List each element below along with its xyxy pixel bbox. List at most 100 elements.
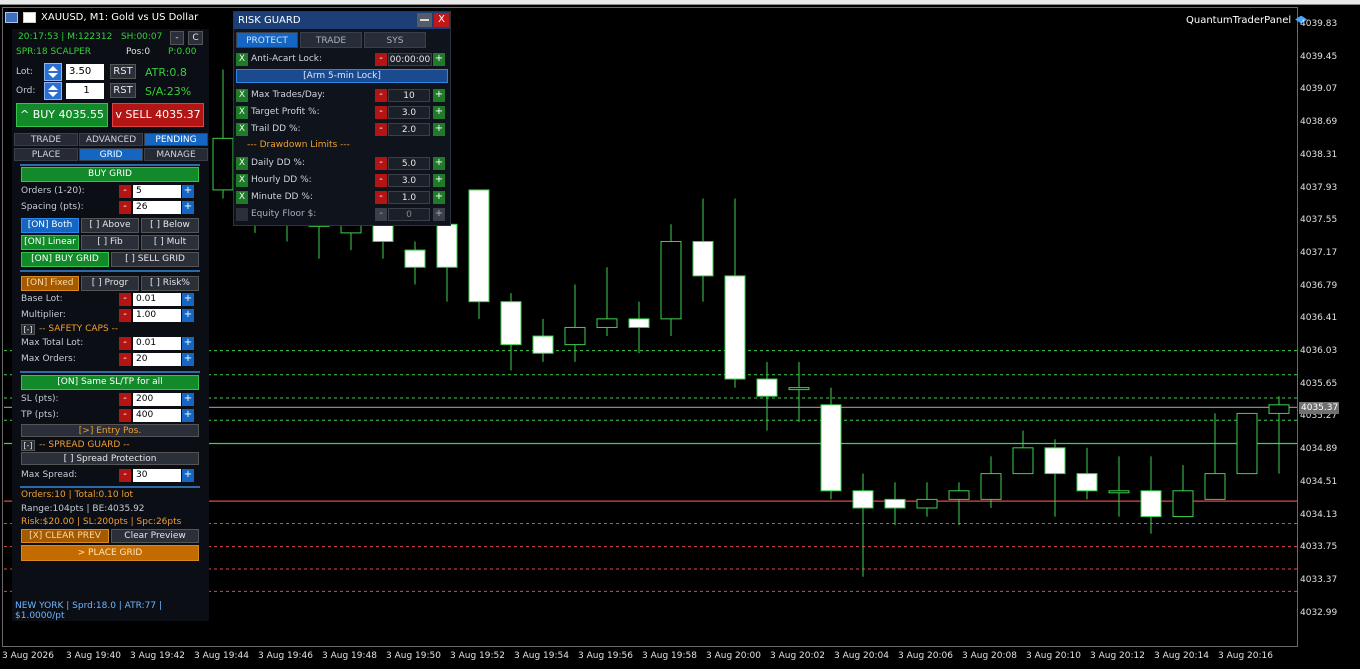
collapse-button[interactable]: C: [188, 31, 203, 45]
risk-row-minus-button[interactable]: -: [375, 174, 387, 187]
risk-row-checkbox[interactable]: X: [236, 174, 248, 187]
tab-manage[interactable]: MANAGE: [144, 148, 208, 161]
risk-row-input[interactable]: 10: [388, 89, 430, 102]
max-orders-plus-button[interactable]: +: [182, 353, 194, 366]
equity-floor-input[interactable]: 0: [388, 208, 430, 221]
arrow-up-icon[interactable]: [48, 66, 58, 71]
risk-row-minus-button[interactable]: -: [375, 123, 387, 136]
spacing-minus-button[interactable]: -: [119, 201, 131, 214]
anti-lock-plus-button[interactable]: +: [433, 53, 445, 66]
tab-protect[interactable]: PROTECT: [236, 32, 298, 48]
ord-reset-button[interactable]: RST: [110, 83, 136, 98]
spread-protection-toggle[interactable]: [ ] Spread Protection: [21, 452, 199, 465]
risk-row-plus-button[interactable]: +: [433, 191, 445, 204]
dist-linear-option[interactable]: [ON] Linear: [21, 235, 79, 250]
buy-grid-button[interactable]: BUY GRID: [21, 167, 199, 182]
anti-lock-checkbox[interactable]: X: [236, 53, 248, 66]
orders-minus-button[interactable]: -: [119, 185, 131, 198]
arrow-up-icon[interactable]: [48, 85, 58, 90]
tp-input[interactable]: 400: [133, 409, 181, 422]
equity-floor-plus-button[interactable]: +: [433, 208, 445, 221]
chart-symbol-icon[interactable]: [23, 12, 36, 23]
risk-guard-close-button[interactable]: X: [434, 13, 449, 27]
max-total-lot-plus-button[interactable]: +: [182, 337, 194, 350]
equity-floor-checkbox[interactable]: [236, 208, 248, 221]
sl-plus-button[interactable]: +: [182, 393, 194, 406]
risk-row-minus-button[interactable]: -: [375, 157, 387, 170]
max-spread-minus-button[interactable]: -: [119, 469, 131, 482]
tab-trade[interactable]: TRADE: [300, 32, 362, 48]
lot-fixed-option[interactable]: [ON] Fixed: [21, 276, 79, 291]
multiplier-plus-button[interactable]: +: [182, 309, 194, 322]
risk-row-input[interactable]: 3.0: [388, 174, 430, 187]
dir-both-option[interactable]: [ON] Both: [21, 218, 79, 233]
dist-mult-option[interactable]: [ ] Mult: [141, 235, 199, 250]
tp-plus-button[interactable]: +: [182, 409, 194, 422]
anti-lock-value[interactable]: 00:00:00: [388, 53, 432, 66]
buy-grid-option[interactable]: [ON] BUY GRID: [21, 252, 109, 267]
max-orders-input[interactable]: 20: [133, 353, 181, 366]
risk-row-input[interactable]: 5.0: [388, 157, 430, 170]
base-lot-minus-button[interactable]: -: [119, 293, 131, 306]
risk-row-input[interactable]: 2.0: [388, 123, 430, 136]
sell-button[interactable]: v SELL 4035.37: [112, 103, 204, 127]
max-orders-minus-button[interactable]: -: [119, 353, 131, 366]
tab-trade[interactable]: TRADE: [14, 133, 78, 146]
spacing-plus-button[interactable]: +: [182, 201, 194, 214]
multiplier-minus-button[interactable]: -: [119, 309, 131, 322]
base-lot-input[interactable]: 0.01: [133, 293, 181, 306]
risk-row-minus-button[interactable]: -: [375, 106, 387, 119]
lot-progr-option[interactable]: [ ] Progr: [81, 276, 139, 291]
dir-below-option[interactable]: [ ] Below: [141, 218, 199, 233]
risk-row-minus-button[interactable]: -: [375, 191, 387, 204]
base-lot-plus-button[interactable]: +: [182, 293, 194, 306]
multiplier-input[interactable]: 1.00: [133, 309, 181, 322]
spacing-input[interactable]: 26: [133, 201, 181, 214]
tp-minus-button[interactable]: -: [119, 409, 131, 422]
risk-row-plus-button[interactable]: +: [433, 106, 445, 119]
clear-prev-button[interactable]: [X] CLEAR PREV: [21, 529, 109, 543]
sell-grid-option[interactable]: [ ] SELL GRID: [111, 252, 199, 267]
risk-row-checkbox[interactable]: X: [236, 191, 248, 204]
spread-guard-toggle[interactable]: [-]: [21, 440, 35, 451]
tab-pending[interactable]: PENDING: [144, 133, 208, 146]
arrow-down-icon[interactable]: [48, 73, 58, 78]
safety-caps-toggle[interactable]: [-]: [21, 324, 35, 335]
risk-row-checkbox[interactable]: X: [236, 106, 248, 119]
buy-button[interactable]: ^ BUY 4035.55: [16, 103, 108, 127]
dist-fib-option[interactable]: [ ] Fib: [81, 235, 139, 250]
arm-lock-button[interactable]: [Arm 5-min Lock]: [236, 69, 448, 83]
orders-input[interactable]: 5: [133, 185, 181, 198]
ord-input[interactable]: 1: [66, 83, 104, 99]
sl-input[interactable]: 200: [133, 393, 181, 406]
tab-sys[interactable]: SYS: [364, 32, 426, 48]
ord-stepper[interactable]: [44, 82, 62, 100]
risk-row-checkbox[interactable]: X: [236, 123, 248, 136]
arrow-down-icon[interactable]: [48, 92, 58, 97]
entry-pos-button[interactable]: [>] Entry Pos.: [21, 424, 199, 437]
risk-row-plus-button[interactable]: +: [433, 89, 445, 102]
tab-advanced[interactable]: ADVANCED: [79, 133, 143, 146]
sl-minus-button[interactable]: -: [119, 393, 131, 406]
clear-preview-button[interactable]: Clear Preview: [111, 529, 199, 543]
risk-row-minus-button[interactable]: -: [375, 89, 387, 102]
lot-stepper[interactable]: [44, 63, 62, 81]
max-total-lot-input[interactable]: 0.01: [133, 337, 181, 350]
minimize-button[interactable]: -: [170, 31, 184, 45]
risk-row-checkbox[interactable]: X: [236, 157, 248, 170]
equity-floor-minus-button[interactable]: -: [375, 208, 387, 221]
risk-guard-minimize-button[interactable]: [417, 13, 432, 27]
same-sltp-toggle[interactable]: [ON] Same SL/TP for all: [21, 375, 199, 390]
chart-menu-icon[interactable]: [5, 12, 18, 23]
tab-grid[interactable]: GRID: [79, 148, 143, 161]
dir-above-option[interactable]: [ ] Above: [81, 218, 139, 233]
risk-row-input[interactable]: 1.0: [388, 191, 430, 204]
risk-row-input[interactable]: 3.0: [388, 106, 430, 119]
risk-row-plus-button[interactable]: +: [433, 123, 445, 136]
tab-place[interactable]: PLACE: [14, 148, 78, 161]
max-spread-plus-button[interactable]: +: [182, 469, 194, 482]
max-spread-input[interactable]: 30: [133, 469, 181, 482]
lot-reset-button[interactable]: RST: [110, 64, 136, 79]
risk-row-plus-button[interactable]: +: [433, 174, 445, 187]
lot-input[interactable]: 3.50: [66, 64, 104, 80]
